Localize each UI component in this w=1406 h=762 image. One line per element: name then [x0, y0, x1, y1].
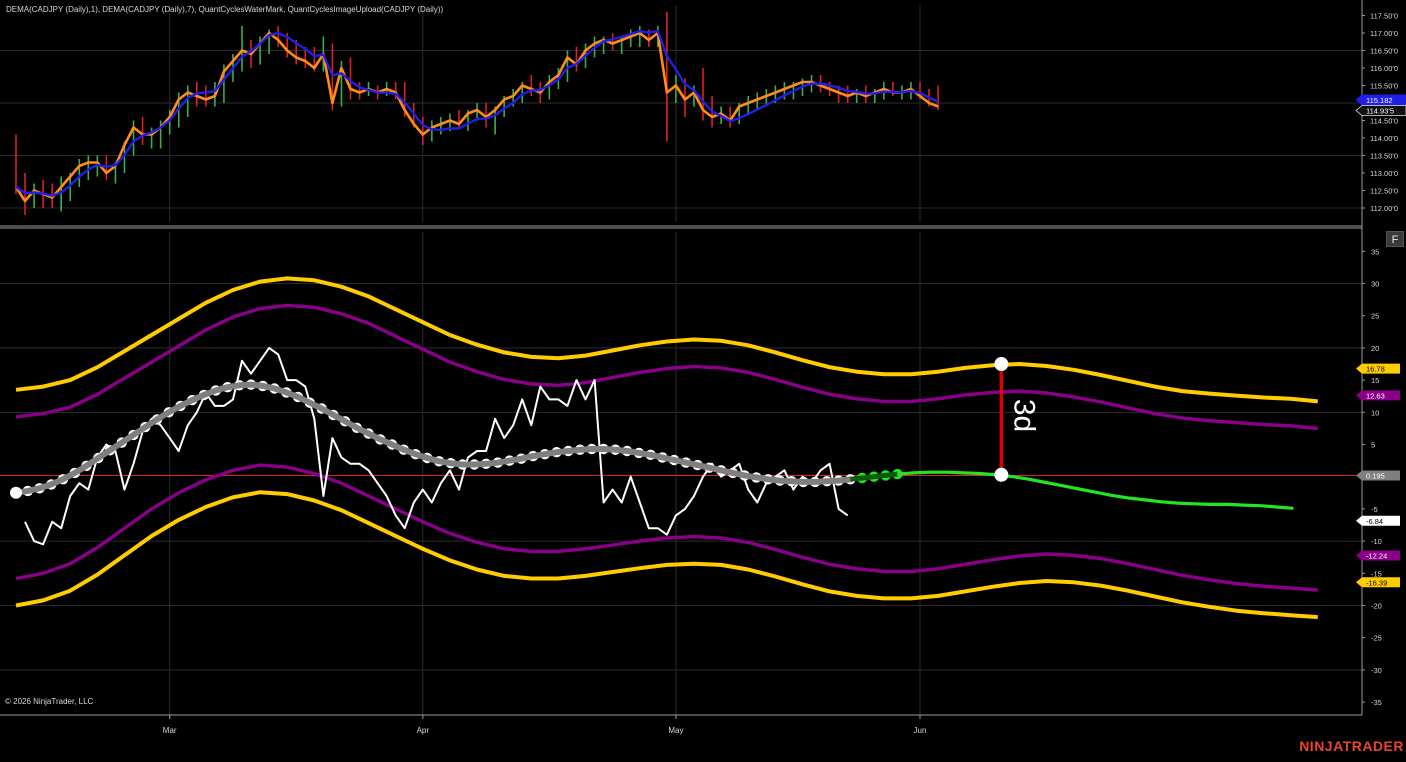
osc-tick-label: 5 [1371, 441, 1375, 450]
osc-value-label: 16.78 [1356, 363, 1400, 374]
x-tick-label: Mar [163, 726, 177, 735]
price-tick-label: 116.00'0 [1370, 64, 1398, 73]
osc-tick-label: -10 [1371, 537, 1382, 546]
annotation-label: 3d [1007, 399, 1040, 432]
price-last-value-label: 114.93'5 [1355, 105, 1406, 116]
osc-value-label: -6.84 [1356, 515, 1400, 526]
price-tick-label: 116.50'0 [1370, 47, 1398, 56]
x-tick-label: May [668, 726, 683, 735]
price-tick-label: 113.00'0 [1370, 169, 1398, 178]
osc-tick-label: -20 [1371, 602, 1382, 611]
x-tick-label: Jun [914, 726, 927, 735]
osc-tick-label: 10 [1371, 408, 1379, 417]
osc-tick-label: -35 [1371, 698, 1382, 707]
price-tick-label: 117.50'0 [1370, 12, 1398, 21]
annotation-start-dot [994, 357, 1009, 372]
ninjatrader-logo: NINJATRADER [1299, 738, 1404, 754]
osc-value-label: -12.24 [1356, 550, 1400, 561]
osc-label-text: 0.195 [1366, 471, 1385, 480]
price-last-value-label: 115.182 [1355, 94, 1406, 106]
osc-label-text: -6.84 [1366, 517, 1383, 526]
price-tick-label: 112.50'0 [1370, 187, 1398, 196]
copyright-text: © 2026 NinjaTrader, LLC [5, 697, 94, 706]
price-tick-label: 115.50'0 [1370, 82, 1398, 91]
osc-tick-label: -5 [1371, 505, 1378, 514]
osc-label-text: -16.39 [1366, 578, 1387, 587]
price-tick-label: 112.00'0 [1370, 204, 1398, 213]
osc-label-text: 12.63 [1366, 391, 1385, 400]
chart-root: 112.00'0 112.50'0 113.00'0 113.50'0 114.00'0… [0, 0, 1406, 757]
panel-f-button[interactable]: F [1386, 231, 1404, 247]
price-tick-label: 114.50'0 [1370, 117, 1398, 126]
price-tick-label: 113.50'0 [1370, 152, 1398, 161]
osc-tick-label: 15 [1371, 376, 1379, 385]
chart-canvas[interactable]: 112.00'0 112.50'0 113.00'0 113.50'0 114.00'0… [0, 0, 1406, 757]
price-tick-label: 117.00'0 [1370, 29, 1398, 38]
price-label-text: 114.93'5 [1366, 107, 1394, 116]
osc-value-label: 0.195 [1356, 470, 1400, 481]
osc-tick-label: -15 [1371, 569, 1382, 578]
x-tick-label: Apr [417, 726, 430, 735]
osc-value-label: 12.63 [1356, 390, 1400, 401]
price-label-text: 115.182 [1366, 96, 1393, 105]
osc-tick-label: -30 [1371, 666, 1382, 675]
osc-tick-label: 25 [1371, 312, 1379, 321]
price-tick-label: 114.00'0 [1370, 134, 1398, 143]
osc-label-text: 16.78 [1366, 365, 1385, 374]
cycle-start-marker [10, 486, 22, 499]
osc-tick-label: 35 [1371, 247, 1379, 256]
indicator-legend: DEMA(CADJPY (Daily),1), DEMA(CADJPY (Dai… [6, 5, 444, 14]
osc-label-text: -12.24 [1366, 552, 1387, 561]
osc-value-label: -16.39 [1356, 577, 1400, 588]
annotation-end-dot [994, 467, 1009, 482]
osc-tick-label: 20 [1371, 344, 1379, 353]
osc-tick-label: 30 [1371, 280, 1379, 289]
osc-tick-label: -25 [1371, 634, 1382, 643]
